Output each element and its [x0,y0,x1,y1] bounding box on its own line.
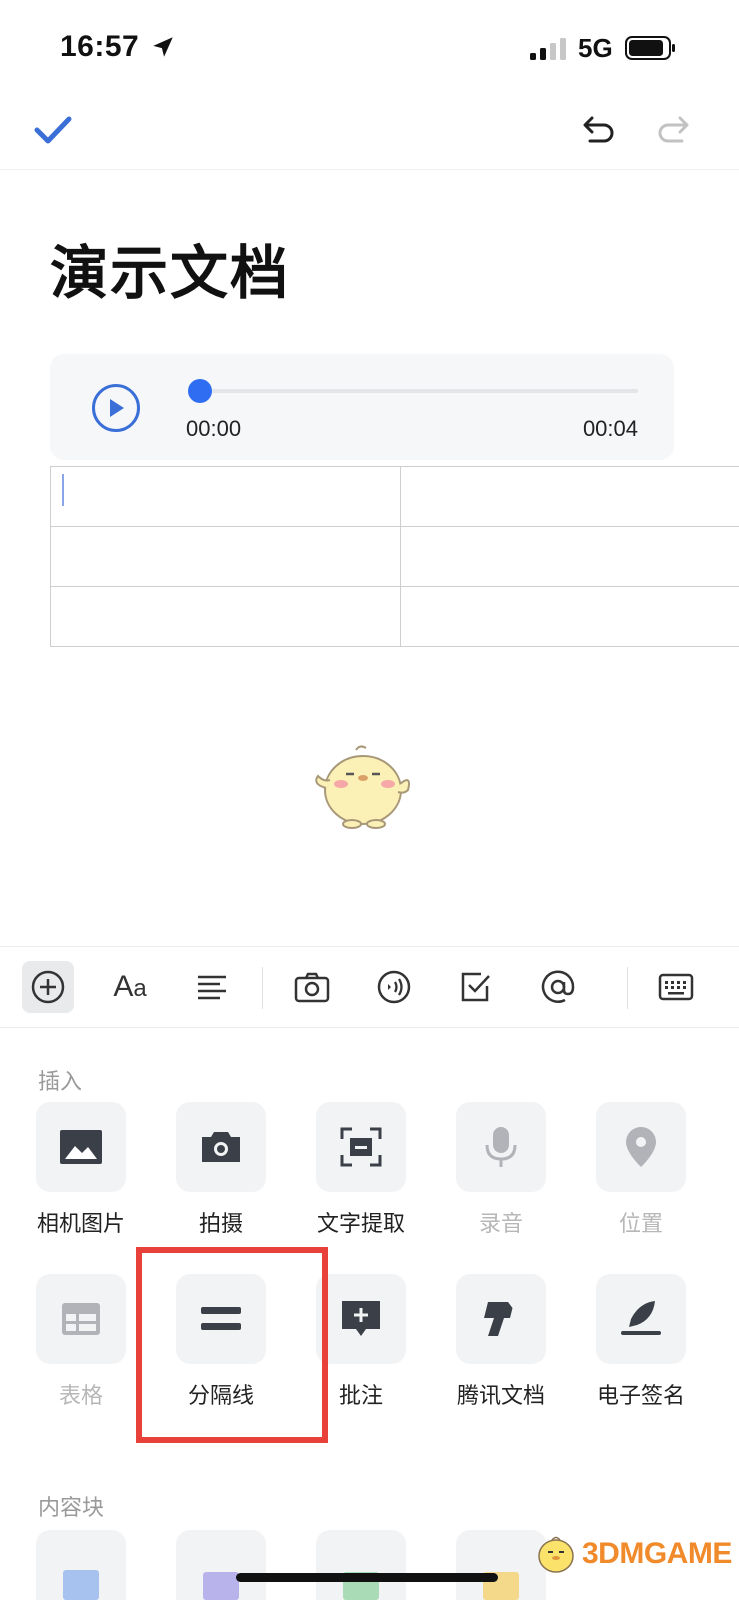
play-icon [110,399,124,417]
audio-player-card: 00:00 00:04 [50,354,674,460]
audio-duration: 00:04 [582,416,638,441]
table-cell[interactable] [50,526,401,587]
camera-button[interactable] [286,961,338,1013]
align-icon [198,975,226,1000]
audio-progress-track[interactable] [200,389,638,393]
checkmark-icon [34,116,72,144]
plus-circle-icon [31,970,65,1004]
status-bar: 16:57 5G [0,0,739,96]
signature-icon [621,1301,661,1335]
insert-table-button[interactable] [36,1274,126,1364]
toolbar-divider [627,967,628,1009]
tile-label: 表格 [58,1384,103,1409]
table-cell[interactable] [50,466,401,527]
content-block-tile[interactable] [176,1530,266,1600]
mention-icon [541,970,575,1003]
editor-top-bar [0,96,739,170]
audio-icon [377,970,411,1004]
content-block-tile[interactable] [316,1530,406,1600]
insert-e-signature-button[interactable] [596,1274,686,1364]
insert-shoot-button[interactable] [176,1102,266,1192]
comment-add-icon [342,1301,380,1336]
insert-text-extract-button[interactable] [316,1102,406,1192]
document-table [50,466,739,647]
table-icon [62,1303,100,1335]
insert-comment-button[interactable] [316,1274,406,1364]
checkbox-icon [461,972,490,1002]
watermark: 3DMGAME [534,1532,732,1576]
undo-button[interactable] [578,110,620,150]
table-row [50,586,739,647]
play-button[interactable] [92,384,140,432]
table-cell[interactable] [399,586,739,647]
done-button[interactable] [30,110,76,150]
home-indicator [236,1573,498,1582]
tile-label: 拍摄 [198,1212,243,1237]
signal-bars-icon [530,38,568,64]
content-block-section-label: 内容块 [38,1496,105,1521]
camera-icon [202,1132,240,1162]
mention-button[interactable] [532,961,584,1013]
content-block-tile[interactable] [456,1530,546,1600]
mascot-sticker [308,740,418,834]
insert-toggle-button[interactable] [22,961,74,1013]
table-cell[interactable] [399,466,739,527]
audio-record-button[interactable] [368,961,420,1013]
insert-recording-button[interactable] [456,1102,546,1192]
table-cell[interactable] [399,526,739,587]
microphone-icon [485,1127,517,1167]
content-block-tile[interactable] [36,1530,126,1600]
keyboard-icon [658,973,694,1001]
checkbox-button[interactable] [450,961,502,1013]
network-type: 5G [578,33,613,63]
font-format-button[interactable]: Aa [104,961,156,1013]
highlight-box [136,1247,328,1443]
audio-progress-knob[interactable] [188,379,212,403]
status-time: 16:57 [60,30,140,63]
editor-toolbar: Aa [0,946,739,1028]
watermark-mascot-icon [538,1536,574,1573]
insert-location-button[interactable] [596,1102,686,1192]
redo-icon [658,116,689,143]
battery-icon [625,36,677,64]
text-scan-icon [340,1127,382,1167]
font-format-icon: Aa [113,970,147,1003]
location-pin-icon [626,1127,656,1167]
document-title[interactable]: 演示文档 [50,226,290,310]
tile-label: 文字提取 [316,1212,405,1237]
tile-label: 腾讯文档 [456,1384,545,1409]
undo-icon [583,116,614,143]
watermark-text: 3DMGAME [582,1537,732,1570]
camera-icon [294,972,330,1003]
audio-current-time: 00:00 [186,416,242,441]
location-arrow-icon [150,34,176,64]
insert-tencent-docs-button[interactable] [456,1274,546,1364]
tile-label: 位置 [618,1212,663,1237]
insert-camera-photo-button[interactable] [36,1102,126,1192]
table-row [50,466,739,527]
toolbar-divider [262,967,263,1009]
tile-label: 电子签名 [596,1384,685,1409]
image-icon [60,1130,102,1164]
insert-section-label: 插入 [38,1070,83,1095]
tile-label: 录音 [478,1212,523,1237]
keyboard-button[interactable] [650,961,702,1013]
text-caret [62,474,64,506]
table-cell[interactable] [50,586,401,647]
tile-label: 相机图片 [36,1212,125,1237]
redo-button[interactable] [652,110,694,150]
table-row [50,526,739,587]
tencent-docs-icon [484,1302,516,1336]
align-button[interactable] [186,961,238,1013]
